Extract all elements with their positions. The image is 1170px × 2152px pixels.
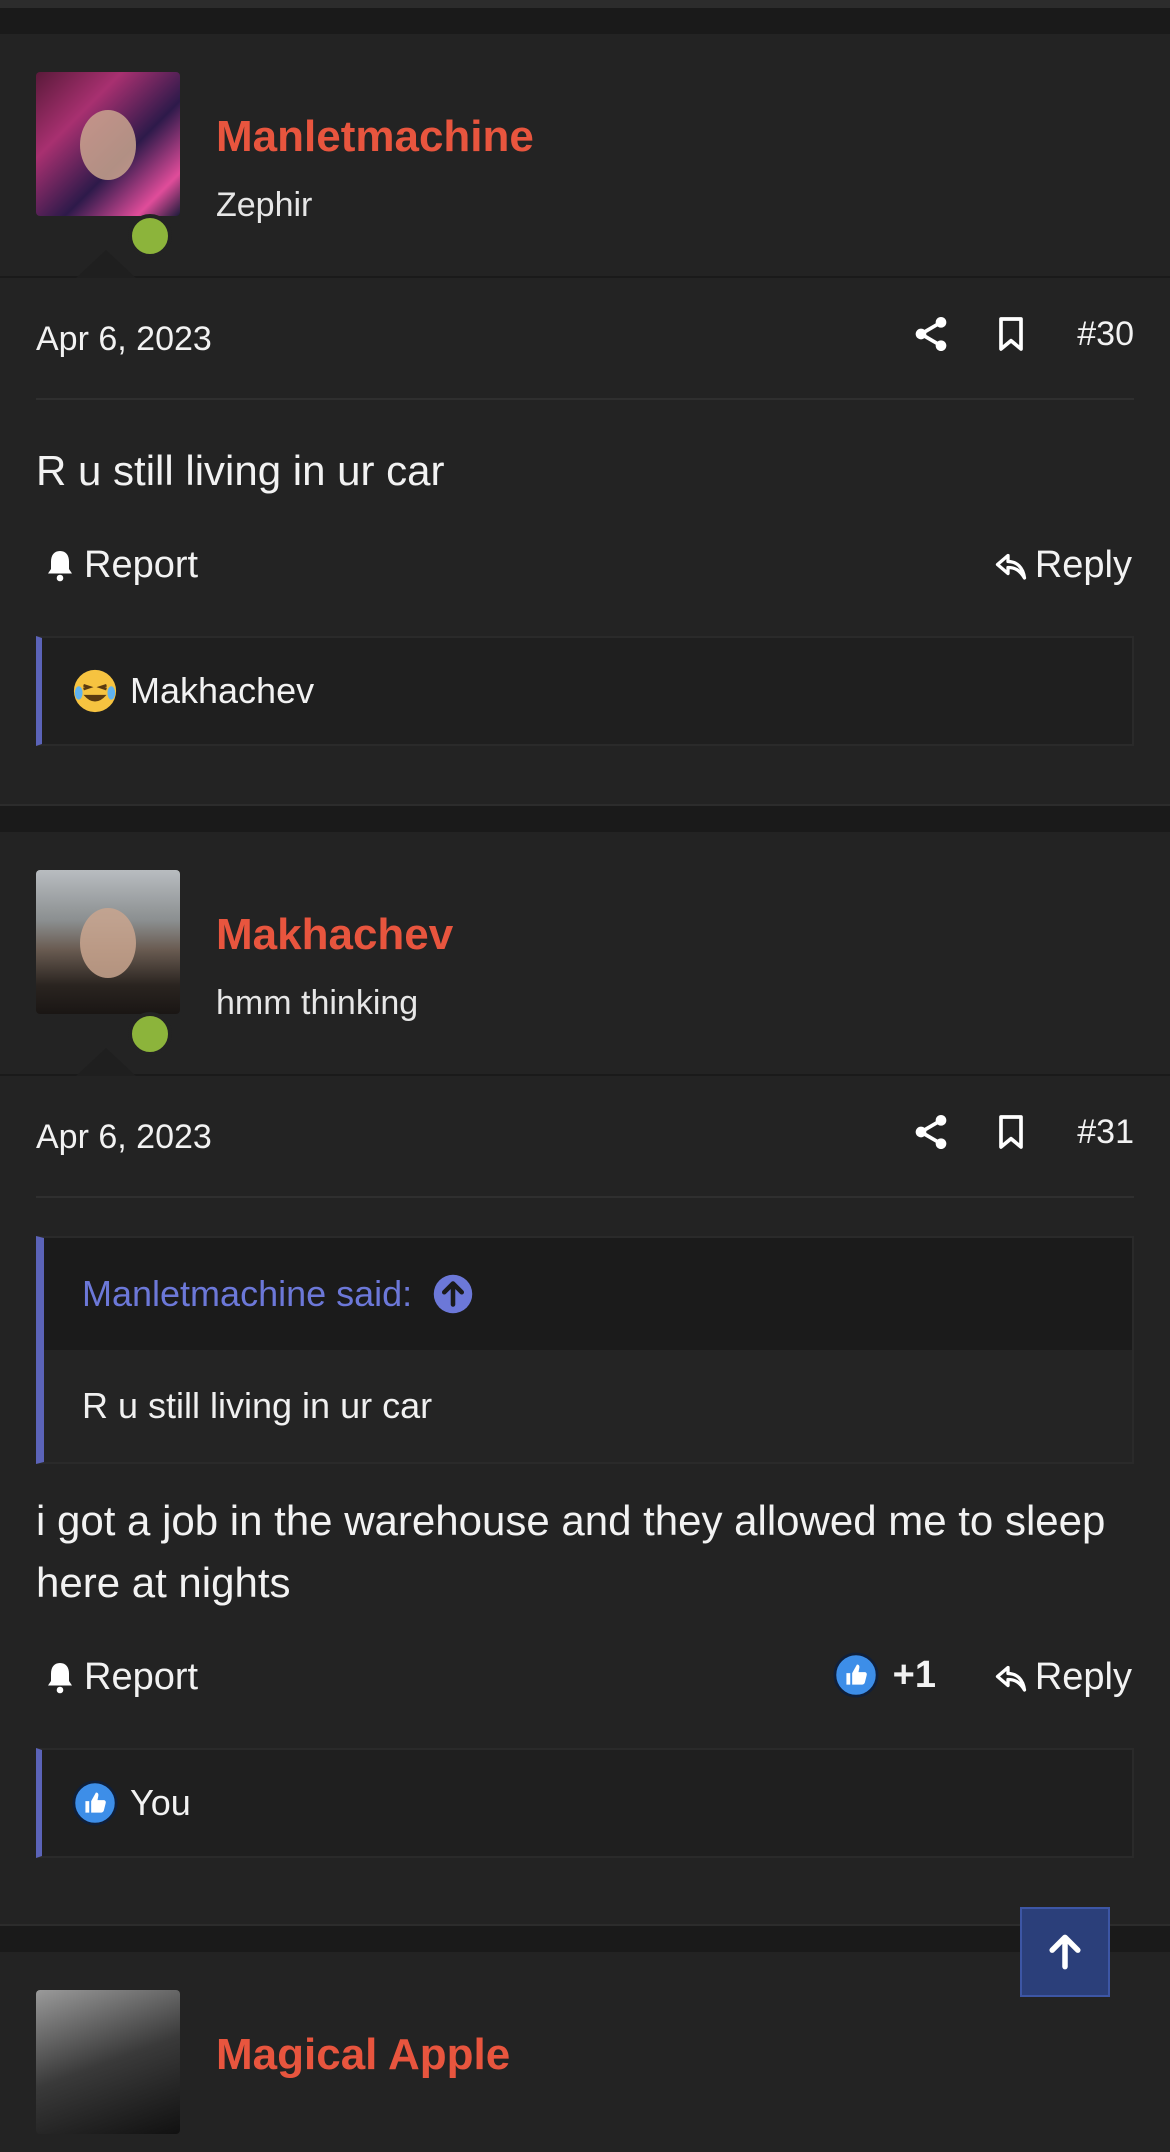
reply-button[interactable]: Reply <box>993 544 1132 587</box>
top-bar <box>0 0 1170 8</box>
like-count: +1 <box>892 1653 936 1696</box>
post-actions: Report +1 Reply <box>36 1626 1134 1730</box>
user-title: Zephir <box>216 186 313 224</box>
post-date[interactable]: Apr 6, 2023 <box>36 1118 212 1157</box>
quote-author[interactable]: Manletmachine said: <box>82 1273 412 1315</box>
avatar[interactable] <box>36 870 180 1014</box>
reply-label: Reply <box>1034 544 1132 586</box>
quote-block: Manletmachine said: R u still living in … <box>36 1236 1134 1464</box>
like-button[interactable]: +1 <box>833 1652 936 1698</box>
reactions-bar[interactable]: You <box>36 1748 1134 1858</box>
header-caret <box>76 1048 136 1076</box>
post-gap <box>0 8 1170 34</box>
bell-icon <box>48 550 72 581</box>
report-label: Report <box>84 1656 199 1698</box>
quote-header[interactable]: Manletmachine said: <box>44 1238 1132 1350</box>
avatar-face <box>80 110 136 180</box>
scroll-to-top-button[interactable] <box>1020 1907 1110 1997</box>
avatar-face <box>80 908 136 978</box>
post-header: Makhachev hmm thinking <box>0 832 1170 1076</box>
post-date[interactable]: Apr 6, 2023 <box>36 320 212 359</box>
post-number[interactable]: #31 <box>1077 1113 1134 1152</box>
reply-label: Reply <box>1034 1656 1132 1698</box>
avatar[interactable] <box>36 72 180 216</box>
thumbs-up-icon <box>833 1652 879 1698</box>
post-meta: Apr 6, 2023 #30 <box>36 278 1134 400</box>
reply-arrow-icon <box>995 553 1026 580</box>
report-button[interactable]: Report <box>42 544 198 587</box>
quote-text: R u still living in ur car <box>44 1350 1132 1462</box>
post-actions: Report Reply <box>36 514 1134 618</box>
bookmark-icon[interactable] <box>991 314 1031 354</box>
post-number[interactable]: #30 <box>1077 315 1134 354</box>
username[interactable]: Magical Apple <box>216 2030 510 2080</box>
post-meta-actions: #30 <box>871 314 1134 354</box>
post-gap <box>0 1924 1170 1952</box>
share-icon[interactable] <box>911 1112 951 1152</box>
avatar[interactable] <box>36 1990 180 2134</box>
post-30: Manletmachine Zephir Apr 6, 2023 #30 R u… <box>0 34 1170 804</box>
post-header: Manletmachine Zephir <box>0 34 1170 278</box>
post-31: Makhachev hmm thinking Apr 6, 2023 #31 M… <box>0 832 1170 1924</box>
reaction-users[interactable]: Makhachev <box>130 670 314 712</box>
reaction-users[interactable]: You <box>130 1782 191 1824</box>
username[interactable]: Manletmachine <box>216 112 534 162</box>
arrow-up-circle-icon[interactable] <box>432 1273 474 1315</box>
reply-arrow-icon <box>995 1665 1026 1692</box>
report-label: Report <box>84 544 199 586</box>
arrow-up-icon <box>1049 1934 1081 1970</box>
bell-icon <box>48 1662 72 1693</box>
post-header: Magical Apple <box>0 1952 1170 2152</box>
thumbs-up-icon <box>72 1780 118 1826</box>
post-body: i got a job in the warehouse and they al… <box>36 1497 1106 1606</box>
share-icon[interactable] <box>911 314 951 354</box>
reply-button[interactable]: Reply <box>993 1656 1132 1699</box>
post-meta: Apr 6, 2023 #31 <box>36 1076 1134 1198</box>
header-caret <box>76 250 136 278</box>
user-title: hmm thinking <box>216 984 419 1022</box>
post-gap <box>0 804 1170 832</box>
post-body: R u still living in ur car <box>36 447 445 494</box>
username[interactable]: Makhachev <box>216 910 453 960</box>
reactions-bar[interactable]: Makhachev <box>36 636 1134 746</box>
bookmark-icon[interactable] <box>991 1112 1031 1152</box>
report-button[interactable]: Report <box>42 1656 198 1699</box>
post-next: Magical Apple <box>0 1952 1170 2152</box>
post-meta-actions: #31 <box>871 1112 1134 1152</box>
laughing-crying-emoji <box>73 669 117 713</box>
